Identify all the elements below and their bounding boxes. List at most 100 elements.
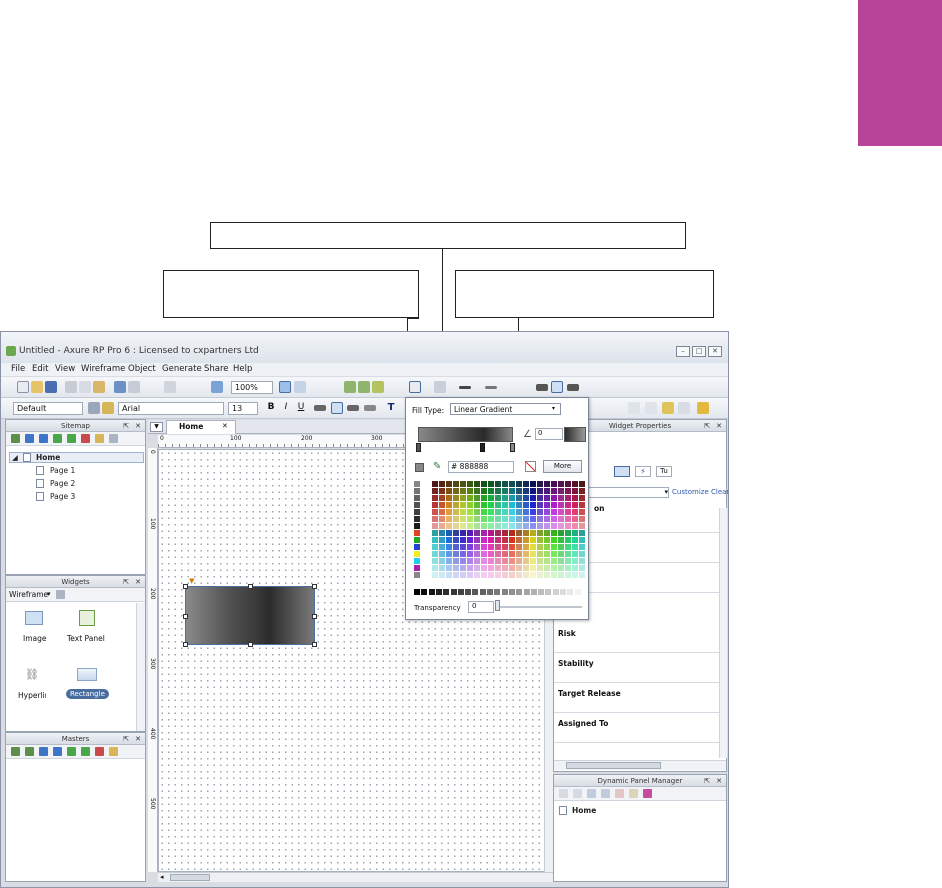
resize-handle[interactable]: [248, 642, 253, 647]
color-swatch[interactable]: [439, 502, 445, 508]
save-icon[interactable]: [45, 381, 57, 393]
color-swatch[interactable]: [572, 516, 578, 522]
color-swatch[interactable]: [467, 558, 473, 564]
color-swatch[interactable]: [565, 488, 571, 494]
color-swatch[interactable]: [481, 530, 487, 536]
color-swatch[interactable]: [565, 495, 571, 501]
gradient-bar[interactable]: [418, 427, 513, 442]
color-swatch[interactable]: [453, 537, 459, 543]
text-panel-widget-icon[interactable]: [79, 610, 95, 626]
color-swatch[interactable]: [502, 523, 508, 529]
color-swatch[interactable]: [537, 523, 543, 529]
library-dropdown-icon[interactable]: ▾: [47, 590, 51, 598]
color-swatch[interactable]: [481, 516, 487, 522]
color-swatch[interactable]: [537, 558, 543, 564]
color-swatch[interactable]: [565, 509, 571, 515]
color-swatch[interactable]: [523, 495, 529, 501]
open-icon[interactable]: [31, 381, 43, 393]
color-swatch[interactable]: [509, 572, 515, 578]
gray-swatch[interactable]: [516, 589, 523, 595]
text-align-left-icon[interactable]: [314, 405, 326, 411]
color-swatch[interactable]: [537, 530, 543, 536]
color-swatch[interactable]: [502, 558, 508, 564]
color-swatch[interactable]: [530, 516, 536, 522]
gray-swatch[interactable]: [552, 589, 559, 595]
color-swatch[interactable]: [439, 558, 445, 564]
color-swatch[interactable]: [537, 509, 543, 515]
color-swatch[interactable]: [565, 537, 571, 543]
color-swatch[interactable]: [565, 572, 571, 578]
color-swatch[interactable]: [502, 572, 508, 578]
color-swatch[interactable]: [439, 509, 445, 515]
color-swatch[interactable]: [474, 530, 480, 536]
line-color-icon[interactable]: [434, 381, 446, 393]
color-swatch[interactable]: [565, 523, 571, 529]
color-swatch[interactable]: [474, 565, 480, 571]
outdent-icon[interactable]: [81, 747, 90, 756]
fill-color-icon[interactable]: [409, 381, 421, 393]
color-swatch[interactable]: [432, 565, 438, 571]
color-swatch[interactable]: [551, 523, 557, 529]
color-swatch[interactable]: [414, 509, 420, 515]
color-swatch[interactable]: [467, 565, 473, 571]
color-swatch[interactable]: [446, 523, 452, 529]
color-swatch[interactable]: [495, 572, 501, 578]
color-swatch[interactable]: [414, 572, 420, 578]
menu-edit[interactable]: Edit: [32, 364, 48, 374]
color-swatch[interactable]: [558, 551, 564, 557]
formatting-tab-icon[interactable]: Tu: [656, 466, 672, 477]
color-swatch[interactable]: [565, 551, 571, 557]
pin-icon[interactable]: ⇱: [704, 775, 710, 787]
color-swatch[interactable]: [446, 558, 452, 564]
menu-share[interactable]: Share: [204, 364, 229, 374]
color-swatch[interactable]: [495, 565, 501, 571]
undo-icon[interactable]: [114, 381, 126, 393]
send-backward-icon[interactable]: [358, 381, 370, 393]
color-swatch[interactable]: [460, 523, 466, 529]
color-swatch[interactable]: [481, 481, 487, 487]
color-swatch[interactable]: [551, 544, 557, 550]
size-select[interactable]: 13: [228, 402, 258, 415]
gray-swatch[interactable]: [487, 589, 493, 595]
clear-link[interactable]: Clear: [711, 488, 728, 496]
color-swatch[interactable]: [502, 502, 508, 508]
interactions-tab-icon[interactable]: ⚡: [635, 466, 651, 477]
color-swatch[interactable]: [530, 509, 536, 515]
gray-swatch[interactable]: [560, 589, 566, 595]
color-swatch[interactable]: [414, 495, 420, 501]
rectangle-widget-label[interactable]: Rectangle: [66, 689, 109, 699]
menu-help[interactable]: Help: [233, 364, 252, 374]
pin-icon[interactable]: ⇱: [123, 733, 129, 745]
gray-swatch[interactable]: [457, 589, 464, 595]
tree-root-label[interactable]: Home: [36, 453, 60, 462]
color-swatch[interactable]: [509, 565, 515, 571]
page-note-icon[interactable]: [662, 402, 674, 414]
color-swatch[interactable]: [414, 523, 420, 529]
add-page-icon[interactable]: [11, 434, 20, 443]
color-swatch[interactable]: [572, 502, 578, 508]
color-swatch[interactable]: [516, 572, 522, 578]
align-right-icon[interactable]: [567, 384, 579, 391]
scroll-thumb[interactable]: [566, 762, 661, 769]
cut-icon[interactable]: [65, 381, 77, 393]
select-mode-icon[interactable]: [279, 381, 291, 393]
color-swatch[interactable]: [432, 502, 438, 508]
color-swatch[interactable]: [439, 572, 445, 578]
color-swatch[interactable]: [509, 537, 515, 543]
color-swatch[interactable]: [551, 565, 557, 571]
color-swatch[interactable]: [467, 488, 473, 494]
gray-swatch[interactable]: [545, 589, 552, 595]
color-swatch[interactable]: [446, 565, 452, 571]
color-swatch[interactable]: [537, 502, 543, 508]
field-input[interactable]: [554, 652, 720, 653]
customize-link[interactable]: Customize: [672, 488, 709, 496]
color-swatch[interactable]: [414, 516, 420, 522]
menu-file[interactable]: File: [11, 364, 25, 374]
text-align-center-icon[interactable]: [331, 402, 343, 414]
color-swatch[interactable]: [453, 530, 459, 536]
color-swatch[interactable]: [495, 481, 501, 487]
color-swatch[interactable]: [481, 565, 487, 571]
page-add-icon[interactable]: [678, 402, 690, 414]
hyperlink-widget-icon[interactable]: ⛓: [25, 668, 39, 681]
color-swatch[interactable]: [558, 565, 564, 571]
